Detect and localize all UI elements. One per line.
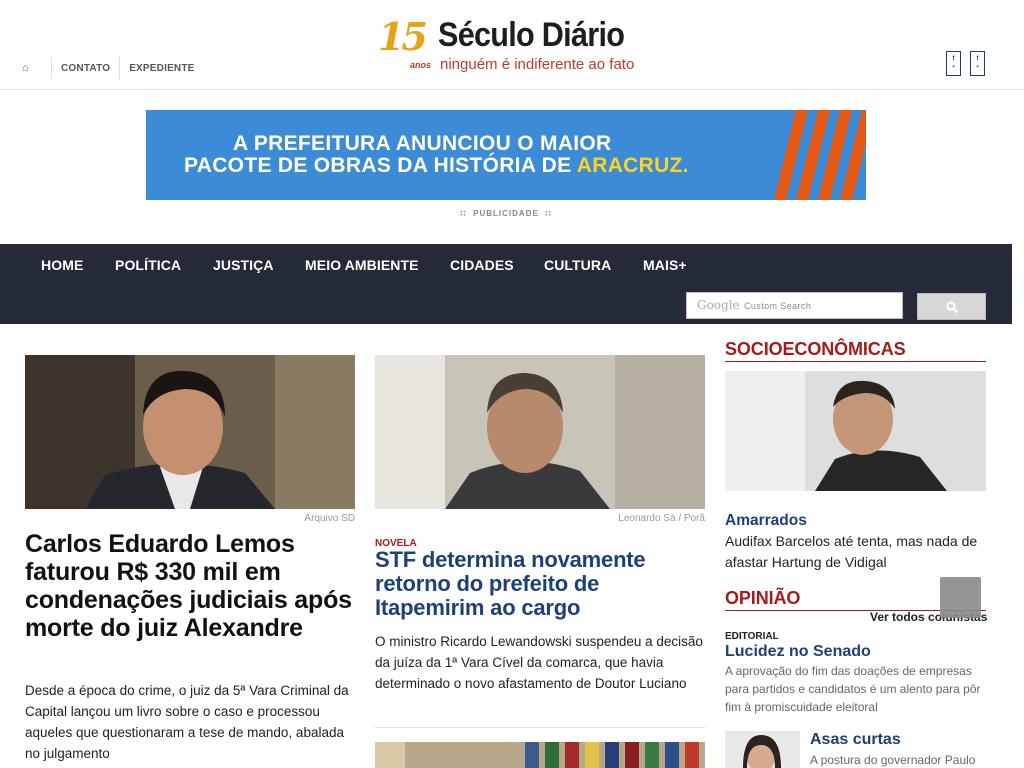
sidebar-photo-audifax[interactable]: [725, 371, 986, 491]
columnist-portrait-graphic: [725, 731, 800, 768]
column-title[interactable]: Asas curtas: [810, 731, 901, 749]
home-icon[interactable]: ⌂: [22, 62, 42, 74]
nav-cidades[interactable]: CIDADES: [450, 257, 514, 273]
advertising-label: ∷ PUBLICIDADE ∷: [460, 209, 552, 218]
back-to-top-button[interactable]: [940, 577, 981, 618]
nav-home[interactable]: HOME: [41, 257, 83, 273]
nav-cultura[interactable]: CULTURA: [544, 257, 611, 273]
top-links: ⌂ CONTATO EXPEDIENTE: [22, 57, 195, 79]
story-photo-carlos-eduardo[interactable]: [25, 355, 355, 509]
flags-photo-graphic: [375, 742, 705, 768]
person-portrait-graphic: [725, 371, 986, 491]
facebook-icon[interactable]: f ▪: [946, 51, 961, 76]
search-input[interactable]: Google Custom Search: [686, 292, 903, 319]
main-navigation: HOME POLÍTICA JUSTIÇA MEIO AMBIENTE CIDA…: [0, 244, 1012, 324]
person-portrait-graphic: [25, 355, 355, 509]
editorial-kicker: EDITORIAL: [725, 631, 779, 642]
columnist-avatar[interactable]: [725, 731, 800, 768]
nav-justica[interactable]: JUSTIÇA: [213, 257, 274, 273]
search-button[interactable]: [917, 293, 986, 320]
photo-caption: Arquivo SD: [304, 513, 355, 524]
advertising-label-text: PUBLICIDADE: [473, 209, 539, 218]
divider: [375, 727, 705, 728]
story-photo-prefeito[interactable]: [375, 355, 705, 509]
banner-stripes-graphic: [774, 110, 866, 200]
banner-highlight: ARACRUZ.: [576, 154, 689, 177]
nav-mais[interactable]: MAIS+: [643, 257, 687, 273]
logo-slogan: ninguém é indiferente ao fato: [440, 56, 635, 73]
section-title-socioeconomicas[interactable]: SOCIOECONÔMICAS: [725, 339, 986, 362]
summary-center: O ministro Ricardo Lewandowski suspendeu…: [375, 634, 703, 691]
banner-line-1: A PREFEITURA ANUNCIOU O MAIOR: [233, 132, 612, 155]
story-photo-next[interactable]: [375, 742, 705, 768]
logo-name: Século Diário: [438, 16, 625, 54]
divider: [51, 57, 52, 79]
contato-link[interactable]: CONTATO: [61, 63, 110, 74]
search-placeholder: Custom Search: [744, 301, 812, 311]
logo-anniversary-number: 15: [378, 14, 428, 59]
column-summary: A postura do governador Paulo: [810, 753, 976, 767]
sidebar-story-summary: Audifax Barcelos até tenta, mas nada de …: [725, 533, 978, 570]
divider: [119, 57, 121, 79]
editorial-title[interactable]: Lucidez no Senado: [725, 643, 871, 661]
banner-line-2: PACOTE DE OBRAS DA HISTÓRIA DE ARACRUZ.: [184, 154, 689, 178]
person-portrait-graphic: [375, 355, 705, 509]
nav-meio-ambiente[interactable]: MEIO AMBIENTE: [305, 257, 419, 273]
logo-anos-label: anos: [410, 60, 432, 70]
photo-caption: Leonardo Sá / Porã: [618, 513, 705, 524]
headline-left[interactable]: Carlos Eduardo Lemos faturou R$ 330 mil …: [25, 530, 365, 642]
advertisement-banner[interactable]: A PREFEITURA ANUNCIOU O MAIOR PACOTE DE …: [146, 110, 866, 200]
google-brand: Google: [697, 298, 740, 312]
banner-line-2-text: PACOTE DE OBRAS DA HISTÓRIA DE: [184, 154, 577, 177]
site-logo[interactable]: 15 anos Século Diário ninguém é indifere…: [376, 12, 656, 76]
site-header: ⌂ CONTATO EXPEDIENTE 15 anos Século Diár…: [0, 0, 1024, 90]
summary-left: Desde a época do crime, o juiz da 5ª Var…: [25, 683, 349, 761]
facebook-icon[interactable]: f ▪: [970, 51, 985, 76]
nav-politica[interactable]: POLÍTICA: [115, 257, 181, 273]
editorial-summary: A aprovação do fim das doações de empres…: [725, 664, 981, 714]
search-icon: [946, 301, 959, 314]
expediente-link[interactable]: EXPEDIENTE: [129, 63, 194, 74]
sidebar-story-title[interactable]: Amarrados: [725, 512, 807, 530]
headline-center[interactable]: STF determina novamente retorno do prefe…: [375, 548, 705, 620]
